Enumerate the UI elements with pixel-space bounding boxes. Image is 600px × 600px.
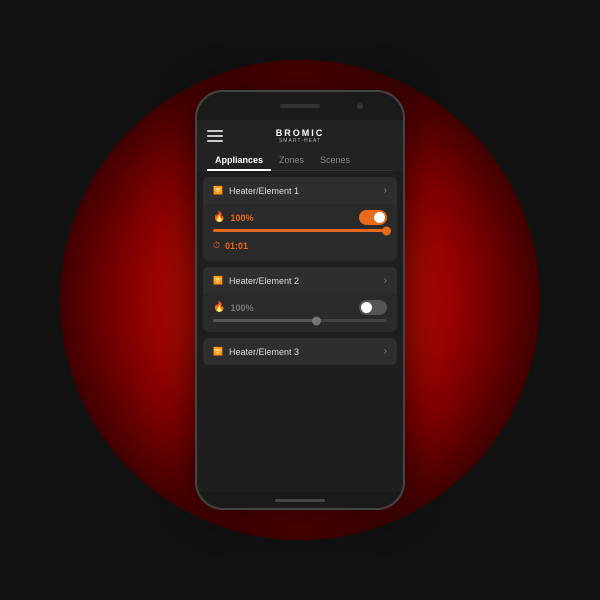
device-2-header[interactable]: 🛜 Heater/Element 2 › — [203, 267, 397, 294]
flame-icon-1: 🔥 — [213, 212, 225, 223]
device-2-power-pct: 100% — [230, 303, 253, 313]
header-top: BROMIC SMART·HEAT — [207, 128, 393, 144]
chevron-icon-2: › — [384, 275, 387, 286]
tab-appliances[interactable]: Appliances — [207, 150, 271, 170]
device-1-slider-fill — [213, 229, 387, 232]
device-2-slider-row — [213, 319, 387, 322]
flame-icon-2: 🔥 — [213, 302, 225, 313]
phone-wrapper: BROMIC SMART·HEAT Appliances Zones Scene… — [195, 90, 405, 510]
brand-logo: BROMIC SMART·HEAT — [223, 128, 377, 144]
device-1-header[interactable]: 🛜 Heater/Element 1 › — [203, 177, 397, 204]
device-1-timer-row: ⏱ 01:01 — [213, 236, 387, 255]
device-2-toggle[interactable] — [359, 300, 387, 315]
device-1-power-row: 🔥 100% — [213, 210, 387, 225]
timer-icon-1: ⏱ — [213, 240, 220, 251]
device-1-body: 🔥 100% — [203, 204, 397, 261]
wifi-icon-3: 🛜 — [213, 347, 223, 356]
device-card-2: 🛜 Heater/Element 2 › 🔥 100% — [203, 267, 397, 332]
device-card-3: 🛜 Heater/Element 3 › — [203, 338, 397, 365]
tab-bar: Appliances Zones Scenes — [207, 150, 393, 171]
device-1-slider-thumb[interactable] — [382, 226, 391, 235]
device-card-1: 🛜 Heater/Element 1 › 🔥 100% — [203, 177, 397, 261]
phone-bottom-bar — [197, 492, 403, 508]
device-2-slider-thumb[interactable] — [312, 316, 321, 325]
device-1-timer-value: 01:01 — [225, 241, 248, 251]
device-2-body: 🔥 100% — [203, 294, 397, 332]
device-3-header[interactable]: 🛜 Heater/Element 3 › — [203, 338, 397, 365]
brand-name: BROMIC — [223, 128, 377, 138]
chevron-icon-1: › — [384, 185, 387, 196]
device-1-slider-row — [213, 229, 387, 232]
device-2-power-row: 🔥 100% — [213, 300, 387, 315]
device-1-toggle[interactable] — [359, 210, 387, 225]
device-1-name: Heater/Element 1 — [229, 186, 299, 196]
device-2-name: Heater/Element 2 — [229, 276, 299, 286]
phone-device: BROMIC SMART·HEAT Appliances Zones Scene… — [195, 90, 405, 510]
camera-dot — [357, 103, 363, 109]
home-indicator — [275, 499, 325, 502]
wifi-icon-1: 🛜 — [213, 186, 223, 195]
phone-screen: BROMIC SMART·HEAT Appliances Zones Scene… — [197, 120, 403, 492]
device-3-name: Heater/Element 3 — [229, 347, 299, 357]
tab-scenes[interactable]: Scenes — [312, 150, 358, 170]
tab-zones[interactable]: Zones — [271, 150, 312, 170]
hamburger-menu-icon[interactable] — [207, 130, 223, 142]
device-1-power-pct: 100% — [230, 213, 253, 223]
wifi-icon-2: 🛜 — [213, 276, 223, 285]
brand-sub: SMART·HEAT — [223, 138, 377, 144]
app-header: BROMIC SMART·HEAT Appliances Zones Scene… — [197, 120, 403, 171]
phone-top-bar — [197, 92, 403, 120]
speaker — [280, 104, 320, 108]
chevron-icon-3: › — [384, 346, 387, 357]
device-list: 🛜 Heater/Element 1 › 🔥 100% — [197, 171, 403, 492]
device-2-slider-fill — [213, 319, 317, 322]
